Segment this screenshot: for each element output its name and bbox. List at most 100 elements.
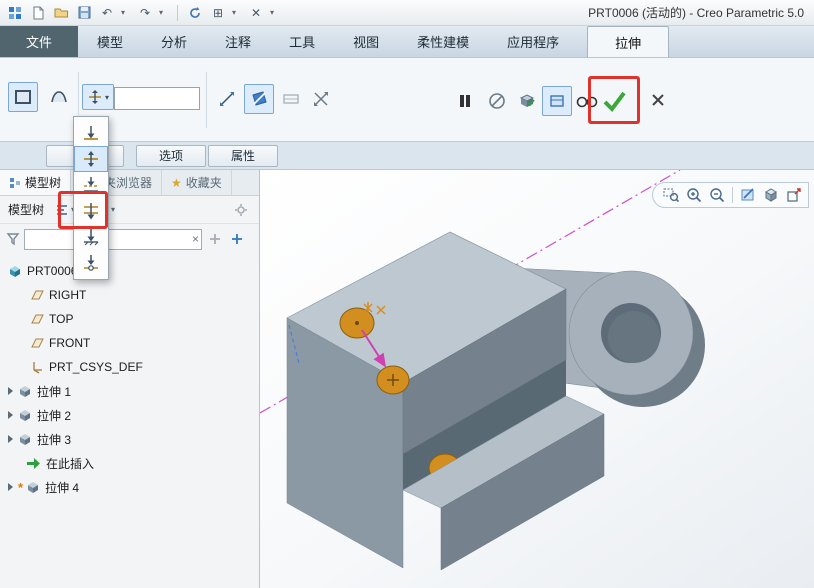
no-preview-button[interactable] xyxy=(482,86,512,116)
depth-option-through-all[interactable] xyxy=(74,198,108,224)
display-style-icon[interactable] xyxy=(761,185,781,205)
regenerate-button[interactable] xyxy=(186,4,204,22)
tree-item-csys[interactable]: PRT_CSYS_DEF xyxy=(0,355,259,379)
tab-favorites[interactable]: ★ 收藏夹 xyxy=(162,170,232,195)
save-icon[interactable] xyxy=(75,4,93,22)
star-icon: ★ xyxy=(171,176,182,190)
datum-plane-icon xyxy=(30,336,44,350)
undo-button[interactable]: ↶ xyxy=(98,4,116,22)
filter-options-button[interactable] xyxy=(206,231,224,247)
extrude-icon xyxy=(18,408,32,422)
tab-options[interactable]: 选项 xyxy=(136,145,206,167)
ribbon-tabbar: 文件 模型 分析 注释 工具 视图 柔性建模 应用程序 拉伸 xyxy=(0,26,814,58)
attached-preview-button[interactable] xyxy=(542,86,572,116)
depth-value-input[interactable] xyxy=(114,87,200,110)
windows-dropdown-caret[interactable]: ▾ xyxy=(232,8,242,17)
app-icon xyxy=(6,4,24,22)
tab-properties[interactable]: 属性 xyxy=(208,145,278,167)
depth-option-blind[interactable] xyxy=(74,120,108,146)
titlebar: ↶ ▾ ↷ ▾ ⊞ ▾ ✕ ▾ PRT0006 (活动的) - Creo Par… xyxy=(0,0,814,26)
redo-button[interactable]: ↷ xyxy=(136,4,154,22)
reverse-direction-button[interactable] xyxy=(212,84,242,114)
tree-item-datum[interactable]: RIGHT xyxy=(0,283,259,307)
expand-caret-icon[interactable] xyxy=(8,411,13,419)
regenerate-marker: * xyxy=(18,480,23,495)
toggle-section-button[interactable] xyxy=(306,84,336,114)
close-window-icon[interactable]: ✕ xyxy=(247,4,265,22)
separator xyxy=(732,187,733,203)
zoom-region-icon[interactable] xyxy=(661,185,681,205)
model-tree-title: 模型树 xyxy=(8,201,44,218)
windows-button[interactable]: ⊞ xyxy=(209,4,227,22)
datum-plane-icon xyxy=(30,288,44,302)
repaint-icon[interactable] xyxy=(738,185,758,205)
undo-dropdown-caret[interactable]: ▾ xyxy=(121,8,131,17)
sketch-circle-1-center xyxy=(355,321,359,325)
new-file-icon[interactable] xyxy=(29,4,47,22)
tab-applications[interactable]: 应用程序 xyxy=(488,26,578,57)
navigator-panel: 模型树 文件夹浏览器 ★ 收藏夹 模型树 ▾ ▾ xyxy=(0,170,260,588)
tree-settings-button[interactable] xyxy=(231,201,251,219)
verify-feature-button[interactable] xyxy=(512,86,542,116)
saved-views-icon[interactable] xyxy=(784,185,804,205)
model-tree: PRT0006.PRT RIGHT TOP FRONT PRT_CSYS_DEF xyxy=(0,254,259,499)
datum-plane-icon xyxy=(30,312,44,326)
open-folder-icon[interactable] xyxy=(52,4,70,22)
solid-button[interactable] xyxy=(8,82,38,112)
depth-option-to-selected[interactable] xyxy=(74,250,108,276)
tree-search-row: × xyxy=(0,224,259,254)
expand-caret-icon[interactable] xyxy=(8,435,13,443)
lug-hole-wall xyxy=(608,311,660,363)
model-tree-toolbar: 模型树 ▾ ▾ xyxy=(0,196,259,224)
tab-view[interactable]: 视图 xyxy=(334,26,398,57)
tab-extrude-active[interactable]: 拉伸 xyxy=(587,26,669,57)
tree-item-extrude-pending[interactable]: * 拉伸 4 xyxy=(0,475,259,499)
separator xyxy=(206,72,207,128)
zoom-in-icon[interactable] xyxy=(684,185,704,205)
thicken-sketch-button[interactable] xyxy=(276,84,306,114)
dashboard-panel-tabs: 放置 选项 属性 xyxy=(0,142,814,170)
zoom-out-icon[interactable] xyxy=(707,185,727,205)
tree-item-extrude[interactable]: 拉伸 3 xyxy=(0,427,259,451)
tree-item-datum[interactable]: FRONT xyxy=(0,331,259,355)
tree-item-part[interactable]: PRT0006.PRT xyxy=(0,259,259,283)
item-add-button[interactable] xyxy=(228,231,246,247)
pause-button[interactable] xyxy=(450,86,480,116)
extrude-icon xyxy=(18,432,32,446)
clear-search-icon[interactable]: × xyxy=(192,231,199,247)
remove-material-button[interactable] xyxy=(244,84,274,114)
navigator-tabs: 模型树 文件夹浏览器 ★ 收藏夹 xyxy=(0,170,259,196)
tab-model[interactable]: 模型 xyxy=(78,26,142,57)
depth-option-symmetric[interactable] xyxy=(74,146,108,172)
graphics-viewport[interactable] xyxy=(260,170,814,588)
expand-caret-icon[interactable] xyxy=(8,483,13,491)
cancel-button[interactable] xyxy=(646,88,670,112)
creo-window: ↶ ▾ ↷ ▾ ⊞ ▾ ✕ ▾ PRT0006 (活动的) - Creo Par… xyxy=(0,0,814,588)
tree-item-datum[interactable]: TOP xyxy=(0,307,259,331)
surface-button[interactable] xyxy=(44,82,74,112)
extrude-dashboard: ▾ xyxy=(0,58,814,142)
extrude-icon xyxy=(18,384,32,398)
tree-search-input[interactable] xyxy=(24,229,202,250)
tab-analysis[interactable]: 分析 xyxy=(142,26,206,57)
depth-option-to-next[interactable] xyxy=(74,172,108,198)
depth-option-through-until[interactable] xyxy=(74,224,108,250)
tab-file[interactable]: 文件 xyxy=(0,26,78,57)
separator xyxy=(177,5,178,21)
tab-annotate[interactable]: 注释 xyxy=(206,26,270,57)
confirm-button[interactable] xyxy=(596,84,632,118)
csys-icon xyxy=(30,360,44,374)
funnel-icon[interactable] xyxy=(6,232,20,246)
part-icon xyxy=(8,264,22,278)
expand-caret-icon[interactable] xyxy=(8,387,13,395)
tree-item-extrude[interactable]: 拉伸 2 xyxy=(0,403,259,427)
tree-item-extrude[interactable]: 拉伸 1 xyxy=(0,379,259,403)
customize-toolbar-caret[interactable]: ▾ xyxy=(270,8,280,17)
tree-item-insert-here[interactable]: 在此插入 xyxy=(0,451,259,475)
extrude-icon xyxy=(26,480,40,494)
depth-options-button[interactable]: ▾ xyxy=(82,84,114,110)
tab-model-tree[interactable]: 模型树 xyxy=(0,170,71,195)
redo-dropdown-caret[interactable]: ▾ xyxy=(159,8,169,17)
tab-flexible-modeling[interactable]: 柔性建模 xyxy=(398,26,488,57)
tab-tools[interactable]: 工具 xyxy=(270,26,334,57)
